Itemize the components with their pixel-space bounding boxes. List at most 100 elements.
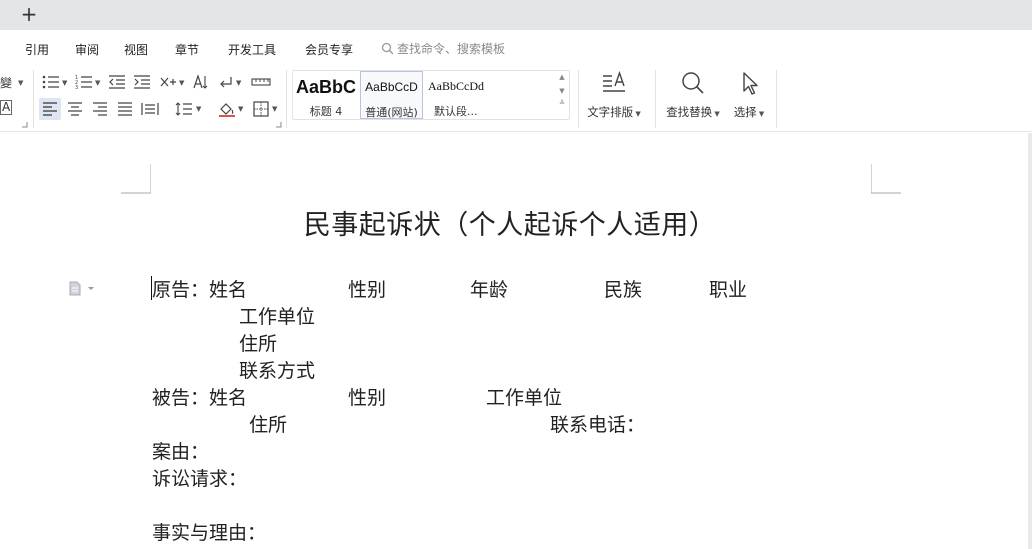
- text-direction-icon: [160, 77, 176, 87]
- decrease-indent-button[interactable]: [107, 72, 127, 92]
- select-button[interactable]: 选择 ▼: [728, 70, 770, 120]
- style-normal-web[interactable]: AaBbCcD 普通(网站): [360, 71, 423, 119]
- numbered-list-button[interactable]: 123: [74, 72, 94, 92]
- indent-icon: [134, 75, 150, 89]
- chevron-down-icon: ▼: [712, 110, 720, 118]
- character-border-icon[interactable]: A: [0, 100, 13, 115]
- menu-references[interactable]: 引用: [25, 41, 49, 58]
- chevron-down-icon[interactable]: ▼: [62, 79, 67, 87]
- sort-button[interactable]: [190, 72, 210, 92]
- new-tab-button[interactable]: +: [18, 3, 40, 25]
- cursor-arrow-icon: [743, 72, 758, 95]
- defendant-address-label[interactable]: 住所: [249, 410, 287, 437]
- cause-label[interactable]: 案由：: [152, 437, 209, 464]
- paint-bucket-icon: [219, 103, 235, 117]
- line-spacing-button[interactable]: [174, 99, 194, 119]
- document-page[interactable]: 民事起诉状（个人起诉个人适用） 原告：姓名 性别 年龄 民族 职业 工作单位 住…: [0, 133, 1032, 549]
- menu-review[interactable]: 审阅: [75, 41, 99, 58]
- outdent-icon: [109, 75, 125, 89]
- magnifier-icon: [682, 72, 704, 94]
- align-justify-icon: [118, 102, 132, 116]
- text-layout-button[interactable]: 文字排版 ▼: [584, 70, 644, 120]
- tab-bar: +: [0, 0, 1032, 30]
- ribbon-menu-bar: 引用 审阅 视图 章节 开发工具 会员专享 查找命令、搜索模板: [0, 30, 1032, 66]
- plaintiff-age-label[interactable]: 年龄: [470, 275, 508, 302]
- plaintiff-name-label[interactable]: 原告：姓名: [152, 275, 247, 302]
- justify-button[interactable]: [115, 99, 135, 119]
- search-placeholder: 查找命令、搜索模板: [397, 42, 506, 56]
- defendant-employer-label[interactable]: 工作单位: [486, 383, 562, 410]
- distribute-button[interactable]: [140, 99, 160, 119]
- sort-icon: [193, 74, 208, 89]
- menu-chapter[interactable]: 章节: [175, 41, 199, 58]
- numbered-list-icon: 123: [75, 75, 92, 90]
- chevron-down-icon: ▼: [18, 79, 24, 87]
- style-name: 标题 4: [309, 105, 343, 118]
- margin-corner-top-left: [121, 164, 151, 194]
- shading-button[interactable]: [217, 99, 237, 119]
- chevron-down-icon[interactable]: ▼: [555, 87, 569, 95]
- enter-mark-icon: [220, 77, 232, 88]
- plaintiff-occupation-label[interactable]: 职业: [709, 275, 747, 302]
- select-label: 选择: [733, 105, 757, 119]
- increase-indent-button[interactable]: [132, 72, 152, 92]
- chevron-down-icon[interactable]: ▼: [238, 105, 243, 113]
- chevron-up-icon[interactable]: ▲: [555, 73, 569, 81]
- align-left-button[interactable]: [39, 98, 61, 120]
- menu-developer-tools[interactable]: 开发工具: [228, 41, 276, 58]
- toolbar-separator: [655, 70, 656, 128]
- chinese-layout-button[interactable]: [158, 72, 178, 92]
- toolbar-separator: [33, 70, 34, 128]
- chevron-down-icon[interactable]: ▼: [95, 79, 100, 87]
- show-marks-button[interactable]: [216, 72, 236, 92]
- page-right-edge: [1028, 133, 1032, 549]
- chevron-down-icon[interactable]: ▼: [196, 105, 201, 113]
- chevron-down-icon: ▼: [633, 110, 641, 118]
- border-grid-icon: [253, 101, 269, 117]
- plaintiff-gender-label[interactable]: 性别: [348, 275, 386, 302]
- command-search[interactable]: 查找命令、搜索模板: [381, 40, 505, 57]
- chevron-down-icon[interactable]: ▼: [179, 79, 184, 87]
- dialog-launcher-icon[interactable]: [276, 122, 282, 128]
- toolbar-separator: [578, 70, 579, 128]
- ribbon-toolbar: 變 ▼ A ▼ 123 ▼ ▼ ▼ ▼ ▼ ▼ AaBbC 标题 4 AaBbC…: [0, 66, 1032, 132]
- menu-member[interactable]: 会员专享: [305, 41, 353, 58]
- defendant-name-label[interactable]: 被告：姓名: [152, 383, 247, 410]
- chevron-down-icon[interactable]: ▼: [272, 105, 277, 113]
- defendant-gender-label[interactable]: 性别: [348, 383, 386, 410]
- align-right-button[interactable]: [90, 99, 110, 119]
- document-title[interactable]: 民事起诉状（个人起诉个人适用）: [0, 203, 1020, 242]
- plaintiff-ethnicity-label[interactable]: 民族: [604, 275, 642, 302]
- ruler-icon: [251, 78, 271, 86]
- distributed-align-icon: [141, 103, 159, 115]
- phonetic-guide-icon[interactable]: 變: [0, 74, 12, 91]
- facts-label[interactable]: 事实与理由：: [152, 518, 266, 545]
- ruler-button[interactable]: [251, 72, 271, 92]
- toolbar-separator: [776, 70, 777, 128]
- styles-scroller[interactable]: ▲ ▼ ≚: [555, 71, 569, 119]
- borders-button[interactable]: [251, 99, 271, 119]
- chevron-down-icon[interactable]: ▼: [236, 79, 241, 87]
- styles-gallery: AaBbC 标题 4 AaBbCcD 普通(网站) AaBbCcDd 默认段..…: [292, 70, 570, 120]
- style-sample: AaBbCcDd: [428, 79, 484, 93]
- plaintiff-employer-label[interactable]: 工作单位: [239, 302, 315, 329]
- menu-view[interactable]: 视图: [124, 41, 148, 58]
- style-name: 普通(网站): [365, 106, 418, 119]
- plaintiff-address-label[interactable]: 住所: [239, 329, 277, 356]
- toolbar-separator: [286, 70, 287, 128]
- bullet-list-button[interactable]: [41, 72, 61, 92]
- claims-label[interactable]: 诉讼请求：: [152, 464, 247, 491]
- style-heading-4[interactable]: AaBbC 标题 4: [293, 71, 359, 119]
- align-left-icon: [43, 102, 57, 116]
- plaintiff-contact-label[interactable]: 联系方式: [239, 356, 315, 383]
- defendant-phone-label[interactable]: 联系电话：: [550, 410, 645, 437]
- style-default-paragraph[interactable]: AaBbCcDd 默认段...: [424, 71, 490, 119]
- align-center-button[interactable]: [65, 99, 85, 119]
- align-center-icon: [68, 102, 82, 116]
- text-layout-label: 文字排版: [587, 105, 634, 119]
- expand-gallery-icon[interactable]: ≚: [555, 99, 569, 107]
- paragraph-handle-icon[interactable]: [68, 281, 98, 297]
- find-replace-button[interactable]: 查找替换 ▼: [662, 70, 724, 120]
- svg-text:3: 3: [75, 85, 78, 90]
- dialog-launcher-icon[interactable]: [22, 122, 28, 128]
